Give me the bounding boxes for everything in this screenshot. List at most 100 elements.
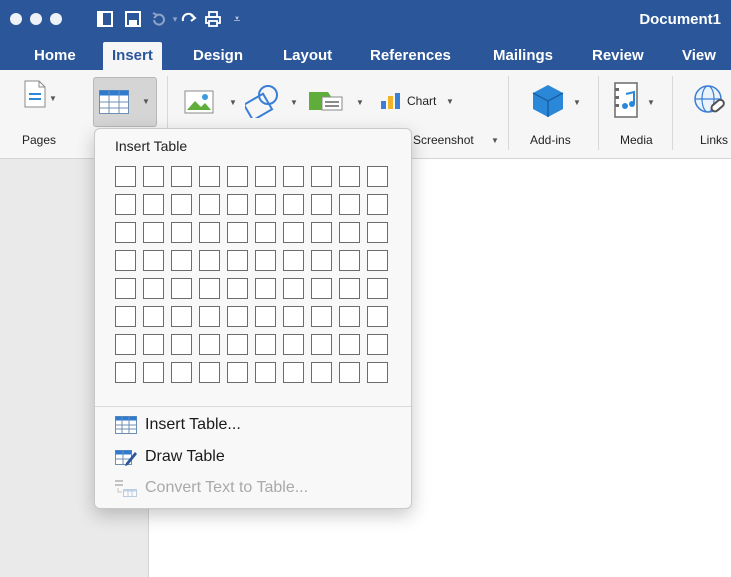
grid-cell[interactable] — [143, 166, 164, 187]
grid-cell[interactable] — [143, 278, 164, 299]
grid-cell[interactable] — [171, 194, 192, 215]
grid-cell[interactable] — [339, 194, 360, 215]
tab-view[interactable]: View — [682, 42, 716, 70]
shapes-button[interactable] — [242, 84, 281, 123]
tab-design[interactable]: Design — [193, 42, 243, 70]
grid-cell[interactable] — [171, 250, 192, 271]
grid-cell[interactable] — [283, 334, 304, 355]
grid-cell[interactable] — [339, 306, 360, 327]
grid-cell[interactable] — [227, 194, 248, 215]
tab-mailings[interactable]: Mailings — [493, 42, 553, 70]
print-icon[interactable] — [204, 10, 222, 28]
grid-cell[interactable] — [311, 166, 332, 187]
grid-cell[interactable] — [283, 222, 304, 243]
grid-cell[interactable] — [199, 166, 220, 187]
screenshot-label[interactable]: Screenshot — [413, 133, 474, 147]
tab-insert[interactable]: Insert — [103, 42, 162, 70]
grid-cell[interactable] — [171, 334, 192, 355]
pages-dropdown-icon[interactable]: ▼ — [49, 94, 57, 103]
grid-cell[interactable] — [255, 166, 276, 187]
tab-layout[interactable]: Layout — [283, 42, 332, 70]
grid-cell[interactable] — [367, 306, 388, 327]
grid-cell[interactable] — [311, 278, 332, 299]
grid-cell[interactable] — [143, 250, 164, 271]
customize-icon[interactable]: ⩡ — [228, 10, 246, 28]
grid-cell[interactable] — [339, 166, 360, 187]
grid-cell[interactable] — [115, 334, 136, 355]
grid-cell[interactable] — [199, 250, 220, 271]
minimize-window-button[interactable] — [30, 13, 42, 25]
grid-cell[interactable] — [367, 222, 388, 243]
grid-cell[interactable] — [227, 278, 248, 299]
grid-cell[interactable] — [367, 166, 388, 187]
grid-cell[interactable] — [199, 362, 220, 383]
grid-cell[interactable] — [311, 250, 332, 271]
grid-cell[interactable] — [115, 166, 136, 187]
grid-cell[interactable] — [255, 334, 276, 355]
grid-cell[interactable] — [143, 306, 164, 327]
grid-cell[interactable] — [143, 334, 164, 355]
grid-cell[interactable] — [367, 250, 388, 271]
grid-cell[interactable] — [367, 278, 388, 299]
grid-cell[interactable] — [283, 194, 304, 215]
grid-cell[interactable] — [227, 362, 248, 383]
grid-cell[interactable] — [227, 306, 248, 327]
chart-label[interactable]: Chart — [407, 94, 436, 108]
pictures-button[interactable] — [184, 90, 214, 119]
grid-cell[interactable] — [143, 194, 164, 215]
grid-cell[interactable] — [339, 334, 360, 355]
grid-cell[interactable] — [311, 334, 332, 355]
links-button[interactable] — [693, 84, 727, 123]
grid-cell[interactable] — [255, 362, 276, 383]
insert-table-menu-item[interactable]: Insert Table... — [115, 413, 405, 437]
screenshot-dropdown-icon[interactable]: ▼ — [491, 136, 499, 145]
grid-cell[interactable] — [255, 222, 276, 243]
grid-cell[interactable] — [115, 222, 136, 243]
draw-table-menu-item[interactable]: Draw Table — [115, 445, 405, 469]
grid-cell[interactable] — [311, 222, 332, 243]
grid-cell[interactable] — [171, 222, 192, 243]
grid-cell[interactable] — [115, 362, 136, 383]
grid-cell[interactable] — [311, 306, 332, 327]
tab-references[interactable]: References — [370, 42, 451, 70]
media-button[interactable] — [614, 82, 642, 123]
chart-dropdown-icon[interactable]: ▼ — [446, 97, 454, 106]
smartart-dropdown-icon[interactable]: ▼ — [356, 98, 364, 107]
grid-cell[interactable] — [199, 306, 220, 327]
grid-cell[interactable] — [171, 166, 192, 187]
shapes-dropdown-icon[interactable]: ▼ — [290, 98, 298, 107]
media-dropdown-icon[interactable]: ▼ — [647, 98, 655, 107]
grid-cell[interactable] — [115, 250, 136, 271]
grid-cell[interactable] — [255, 306, 276, 327]
save-icon[interactable] — [124, 10, 142, 28]
grid-cell[interactable] — [367, 334, 388, 355]
grid-cell[interactable] — [171, 278, 192, 299]
grid-cell[interactable] — [115, 306, 136, 327]
grid-cell[interactable] — [283, 306, 304, 327]
grid-cell[interactable] — [227, 250, 248, 271]
smartart-button[interactable] — [308, 90, 344, 117]
addins-button[interactable] — [532, 84, 564, 123]
grid-cell[interactable] — [143, 222, 164, 243]
grid-cell[interactable] — [199, 194, 220, 215]
grid-cell[interactable] — [199, 222, 220, 243]
grid-cell[interactable] — [339, 250, 360, 271]
addins-dropdown-icon[interactable]: ▼ — [573, 98, 581, 107]
sidebar-icon[interactable] — [96, 10, 114, 28]
grid-cell[interactable] — [339, 362, 360, 383]
grid-cell[interactable] — [255, 194, 276, 215]
close-window-button[interactable] — [10, 13, 22, 25]
grid-cell[interactable] — [311, 362, 332, 383]
grid-cell[interactable] — [339, 222, 360, 243]
grid-cell[interactable] — [143, 362, 164, 383]
grid-cell[interactable] — [311, 194, 332, 215]
pages-button[interactable] — [24, 80, 46, 113]
tab-review[interactable]: Review — [592, 42, 644, 70]
grid-cell[interactable] — [283, 362, 304, 383]
table-button[interactable]: ▼ — [93, 77, 157, 127]
grid-cell[interactable] — [171, 306, 192, 327]
grid-cell[interactable] — [227, 334, 248, 355]
grid-cell[interactable] — [283, 250, 304, 271]
redo-icon[interactable] — [180, 10, 198, 28]
zoom-window-button[interactable] — [50, 13, 62, 25]
